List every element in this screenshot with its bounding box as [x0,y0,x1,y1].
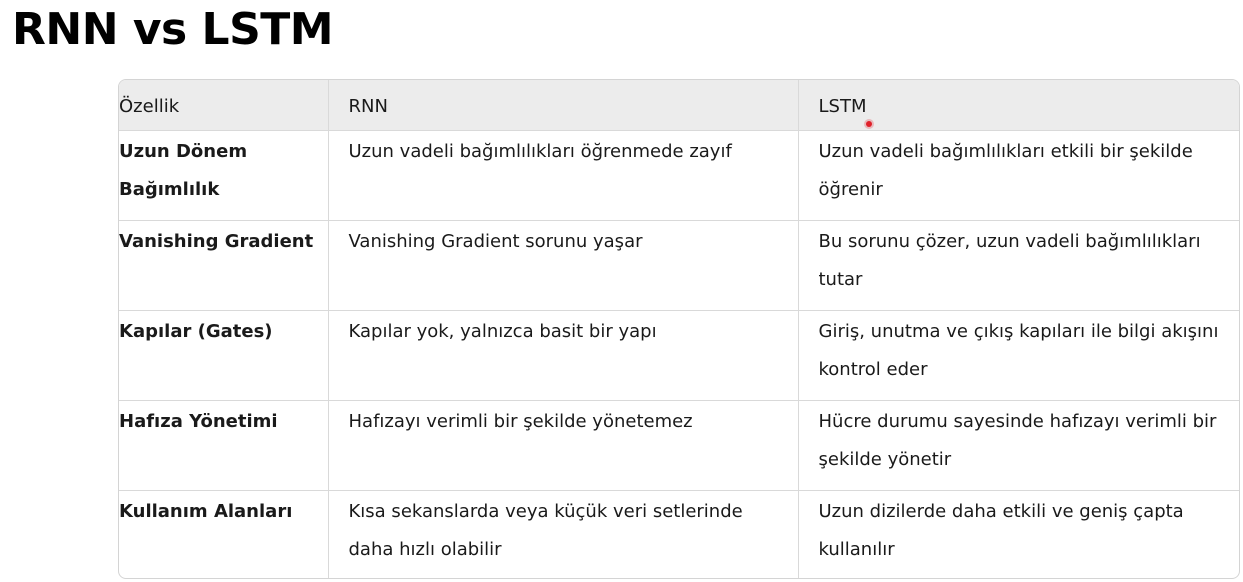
table-row: Vanishing Gradient Vanishing Gradient so… [119,220,1239,311]
header-rnn: RNN [328,80,799,131]
feature-cell: Uzun Dönem Bağımlılık [119,130,329,221]
rnn-cell: Kapılar yok, yalnızca basit bir yapı [328,310,799,401]
rnn-cell: Vanishing Gradient sorunu yaşar [328,220,799,311]
table-row: Hafıza Yönetimi Hafızayı verimli bir şek… [119,400,1239,491]
rnn-cell: Kısa sekanslarda veya küçük veri setleri… [328,490,799,578]
rnn-cell: Uzun vadeli bağımlılıkları öğrenmede zay… [328,130,799,221]
feature-cell: Hafıza Yönetimi [119,400,329,491]
lstm-cell: Bu sorunu çözer, uzun vadeli bağımlılıkl… [798,220,1239,311]
feature-cell: Vanishing Gradient [119,220,329,311]
lstm-cell: Uzun vadeli bağımlılıkları etkili bir şe… [798,130,1239,221]
header-lstm: LSTM [798,80,1239,131]
header-row: Özellik RNN LSTM [119,80,1239,131]
table-row: Kapılar (Gates) Kapılar yok, yalnızca ba… [119,310,1239,401]
laser-pointer-cursor [866,121,872,127]
table-body: Uzun Dönem Bağımlılık Uzun vadeli bağıml… [119,130,1239,578]
lstm-cell: Hücre durumu sayesinde hafızayı verimli … [798,400,1239,491]
table-header: Özellik RNN LSTM [119,80,1239,131]
page-title: RNN vs LSTM [12,4,334,55]
comparison-table: Özellik RNN LSTM Uzun Dönem Bağımlılık U… [118,79,1240,579]
feature-cell: Kapılar (Gates) [119,310,329,401]
table-row: Kullanım Alanları Kısa sekanslarda veya … [119,490,1239,578]
table-row: Uzun Dönem Bağımlılık Uzun vadeli bağıml… [119,130,1239,221]
header-feature: Özellik [119,80,329,131]
feature-cell: Kullanım Alanları [119,490,329,578]
rnn-cell: Hafızayı verimli bir şekilde yönetemez [328,400,799,491]
lstm-cell: Uzun dizilerde daha etkili ve geniş çapt… [818,500,1184,560]
lstm-cell: Giriş, unutma ve çıkış kapıları ile bilg… [798,310,1239,401]
